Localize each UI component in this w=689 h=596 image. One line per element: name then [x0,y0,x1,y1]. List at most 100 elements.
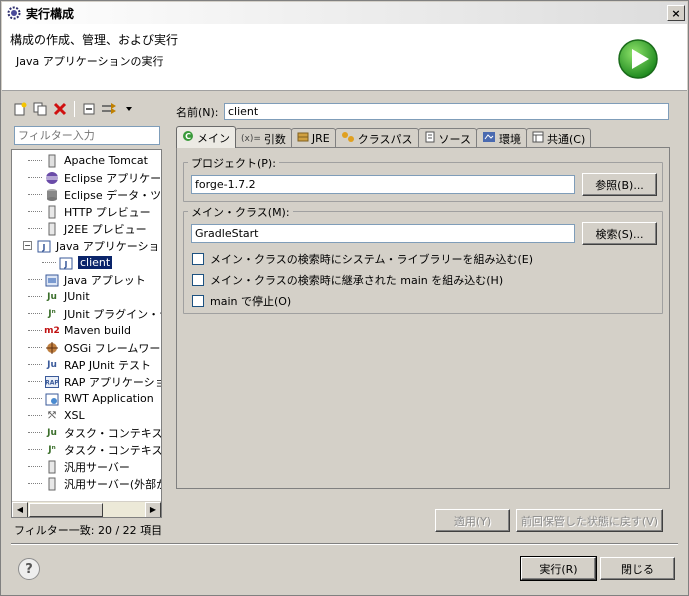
title-bar: 実行構成 × [2,2,687,24]
tree-item[interactable]: Ju JUnit [28,288,90,305]
tab-environment[interactable]: 環境 [475,128,527,148]
include-inherited-main-checkbox[interactable] [192,274,204,286]
tree-horizontal-scrollbar[interactable]: ◀ ▶ [12,501,161,517]
name-row: 名前(N): client [176,103,669,120]
svg-text:J: J [42,243,46,252]
browse-button[interactable]: 参照(B)... [582,173,657,196]
tree-item[interactable]: Apache Tomcat [28,152,148,169]
filter-status: フィルター一致: 20 / 22 項目 [14,524,163,537]
toolbar-separator [74,101,75,117]
include-system-libs-checkbox[interactable] [192,253,204,265]
run-icon [618,39,658,79]
tab-source[interactable]: ソース [417,128,477,148]
eclipse-icon [44,170,60,186]
collapse-toggle[interactable]: − [23,241,32,250]
close-window-button[interactable]: × [667,5,685,21]
page-icon [44,221,60,237]
junit-icon: Ju [47,427,57,438]
tab-arguments[interactable]: (x)= 引数 [235,128,292,148]
main-tab-body: プロジェクト(P): forge-1.7.2 参照(B)... メイン・クラス(… [176,147,670,489]
selected-config-label: client [78,256,113,269]
include-inherited-main-checkbox-row[interactable]: メイン・クラスの検索時に継承された main を組み込む(H) [192,272,503,288]
main-class-group-label: メイン・クラス(M): [188,204,293,220]
tree-item[interactable]: Eclipse データ・ツール [28,186,161,203]
duplicate-config-icon[interactable] [31,100,49,118]
tree-item[interactable]: RAP RAP アプリケーション [28,373,161,390]
project-input[interactable]: forge-1.7.2 [191,175,575,194]
page-icon [44,204,60,220]
revert-button[interactable]: 前回保管した状態に戻す(V) [516,509,663,532]
tree-item[interactable]: Jⁿ JUnit プラグイン・テス [28,305,161,322]
filter-config-icon[interactable] [100,100,118,118]
tree-item[interactable]: OSGi フレームワーク [28,339,161,356]
tree-item[interactable]: ⤲ XSL [28,407,85,424]
include-system-libs-checkbox-row[interactable]: メイン・クラスの検索時にシステム・ライブラリーを組み込む(E) [192,251,533,267]
tree-item[interactable]: Ju タスク・コンテキスト・テ [28,424,161,441]
delete-config-icon[interactable] [51,100,69,118]
apply-button[interactable]: 適用(Y) [435,509,510,532]
stop-in-main-checkbox-row[interactable]: main で停止(O) [192,293,291,309]
tree-item[interactable]: J2EE プレビュー [28,220,147,237]
help-icon[interactable]: ? [18,558,40,580]
eclipse-gear-icon [6,5,22,21]
tab-common[interactable]: 共通(C) [525,128,592,148]
stop-in-main-checkbox[interactable] [192,295,204,307]
project-group: プロジェクト(P): forge-1.7.2 参照(B)... [183,155,663,202]
tree-item[interactable]: Java アプレット [28,271,146,288]
svg-text:RAP: RAP [45,379,59,386]
svg-text:J: J [64,260,68,269]
scroll-right-icon[interactable]: ▶ [145,501,161,517]
new-config-icon[interactable] [11,100,29,118]
page-icon [44,459,60,475]
tree-item[interactable]: 汎用サーバー(外部か [28,475,161,492]
collapse-all-icon[interactable] [80,100,98,118]
source-tab-icon [424,131,436,146]
svg-text:C: C [185,132,191,141]
junit-plugin-icon: Jⁿ [48,308,56,319]
run-configurations-dialog: 実行構成 × 構成の作成、管理、および実行 Java アプリケーションの実行 フ… [0,0,689,596]
classpath-tab-icon [341,131,355,146]
name-label: 名前(N): [176,105,219,119]
config-toolbar [11,99,161,119]
rwt-icon [44,391,60,407]
tree-item[interactable]: Eclipse アプリケーショ [28,169,161,186]
header-title: 構成の作成、管理、および実行 [10,33,179,47]
filter-input[interactable] [14,126,160,145]
config-tabs: C メイン (x)= 引数 JRE クラスパス ソース 環境 共通(C) [176,126,592,148]
common-tab-icon [532,131,544,146]
tree-item[interactable]: RWT Application [28,390,154,407]
junit-icon: Ju [47,291,57,302]
jre-tab-icon [297,131,309,146]
database-icon [44,187,60,203]
args-tab-icon: (x)= [241,133,261,144]
main-tab-icon: C [182,130,194,145]
tree-item[interactable]: m2 Maven build [28,322,131,339]
name-input[interactable]: client [224,103,669,120]
scroll-thumb[interactable] [29,502,103,517]
tree-item[interactable]: − J Java アプリケーション [23,237,161,254]
tab-jre[interactable]: JRE [290,128,336,148]
main-class-input[interactable]: GradleStart [191,224,575,243]
junit-plugin-icon: Jⁿ [48,444,56,455]
tree-item[interactable]: HTTP プレビュー [28,203,151,220]
tree-item[interactable]: J client [42,254,113,271]
rap-junit-icon: Ju [47,359,57,370]
run-button[interactable]: 実行(R) [520,556,597,581]
osgi-icon [44,340,60,356]
search-button[interactable]: 検索(S)... [582,222,657,245]
tab-classpath[interactable]: クラスパス [334,128,419,148]
tree-item[interactable]: Ju RAP JUnit テスト [28,356,151,373]
tab-main[interactable]: C メイン [176,126,236,148]
applet-icon [44,272,60,288]
rap-icon: RAP [44,374,60,390]
dialog-header: 構成の作成、管理、および実行 Java アプリケーションの実行 [2,24,687,91]
close-button[interactable]: 閉じる [600,557,675,580]
maven-icon: m2 [44,325,60,336]
page-icon [44,476,60,492]
scroll-left-icon[interactable]: ◀ [12,501,28,517]
tree-item[interactable]: Jⁿ タスク・コンテキスト・プ [28,441,161,458]
footer-divider [11,543,678,545]
view-menu-icon[interactable] [120,100,138,118]
java-app-icon: J [58,255,74,271]
tree-item[interactable]: 汎用サーバー [28,458,130,475]
